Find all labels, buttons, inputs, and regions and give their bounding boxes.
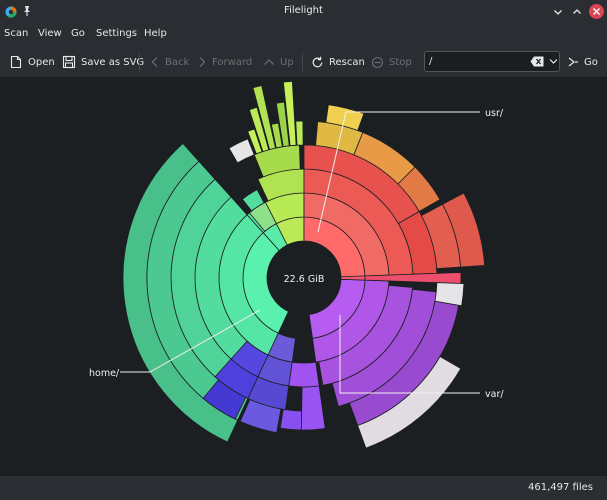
stop-button[interactable]: Stop — [371, 54, 412, 70]
stop-icon — [371, 56, 384, 69]
open-label: Open — [28, 57, 55, 68]
toolbar-separator — [139, 53, 140, 71]
rescan-button[interactable]: Rescan — [311, 54, 365, 70]
chevron-left-icon — [150, 56, 160, 68]
maximize-button[interactable] — [569, 4, 584, 19]
chevron-down-icon — [553, 7, 563, 17]
menu-settings[interactable]: Settings — [96, 28, 137, 39]
open-file-icon — [9, 55, 23, 69]
clear-text-icon[interactable] — [530, 56, 544, 67]
usr-leaf-segment[interactable] — [296, 121, 303, 145]
save-icon — [62, 55, 76, 69]
go-button[interactable]: Go — [567, 54, 598, 70]
chevron-up-icon — [263, 57, 275, 67]
up-button[interactable]: Up — [263, 54, 294, 70]
menu-bar: Scan View Go Settings Help — [0, 24, 607, 46]
chevron-right-icon — [197, 56, 207, 68]
go-arrow-icon — [567, 56, 579, 68]
menu-view[interactable]: View — [38, 28, 62, 39]
rescan-label: Rescan — [329, 57, 365, 68]
center-size-label: 22.6 GiB — [284, 274, 325, 285]
stop-label: Stop — [389, 57, 412, 68]
back-button[interactable]: Back — [150, 54, 189, 70]
home-subdir-segment[interactable] — [301, 386, 325, 430]
back-label: Back — [165, 57, 189, 68]
radial-map-view[interactable]: 22.6 GiB usr/ home/ var/ — [0, 79, 607, 475]
file-count: 461,497 files — [528, 482, 593, 493]
home-label: home/ — [89, 368, 120, 379]
home-subdir-segment[interactable] — [289, 362, 319, 387]
title-bar: Filelight — [0, 0, 607, 24]
close-icon — [592, 7, 601, 16]
open-button[interactable]: Open — [9, 54, 55, 70]
forward-label: Forward — [212, 57, 252, 68]
usr-leaf-segment[interactable] — [229, 139, 254, 163]
home-subdir-segment[interactable] — [280, 409, 302, 430]
filelight-radial-map[interactable]: 22.6 GiB usr/ home/ var/ — [0, 79, 607, 475]
usr-label: usr/ — [485, 108, 504, 119]
chevron-up-icon — [572, 7, 582, 17]
minimize-button[interactable] — [550, 4, 565, 19]
go-label: Go — [584, 57, 598, 68]
save-as-svg-label: Save as SVG — [81, 57, 144, 68]
toolbar-separator — [302, 53, 303, 71]
path-field[interactable] — [424, 51, 560, 72]
window-title: Filelight — [0, 5, 607, 16]
close-button[interactable] — [589, 4, 604, 19]
up-label: Up — [280, 57, 294, 68]
var-label: var/ — [485, 389, 504, 400]
menu-go[interactable]: Go — [71, 28, 85, 39]
chevron-down-icon[interactable] — [549, 58, 558, 65]
menu-help[interactable]: Help — [144, 28, 167, 39]
forward-button[interactable]: Forward — [197, 54, 252, 70]
status-bar: 461,497 files — [0, 475, 607, 500]
refresh-icon — [311, 56, 324, 69]
save-as-svg-button[interactable]: Save as SVG — [62, 54, 144, 70]
var-segment[interactable] — [341, 276, 365, 280]
path-input[interactable] — [429, 54, 529, 69]
menu-scan[interactable]: Scan — [4, 28, 28, 39]
